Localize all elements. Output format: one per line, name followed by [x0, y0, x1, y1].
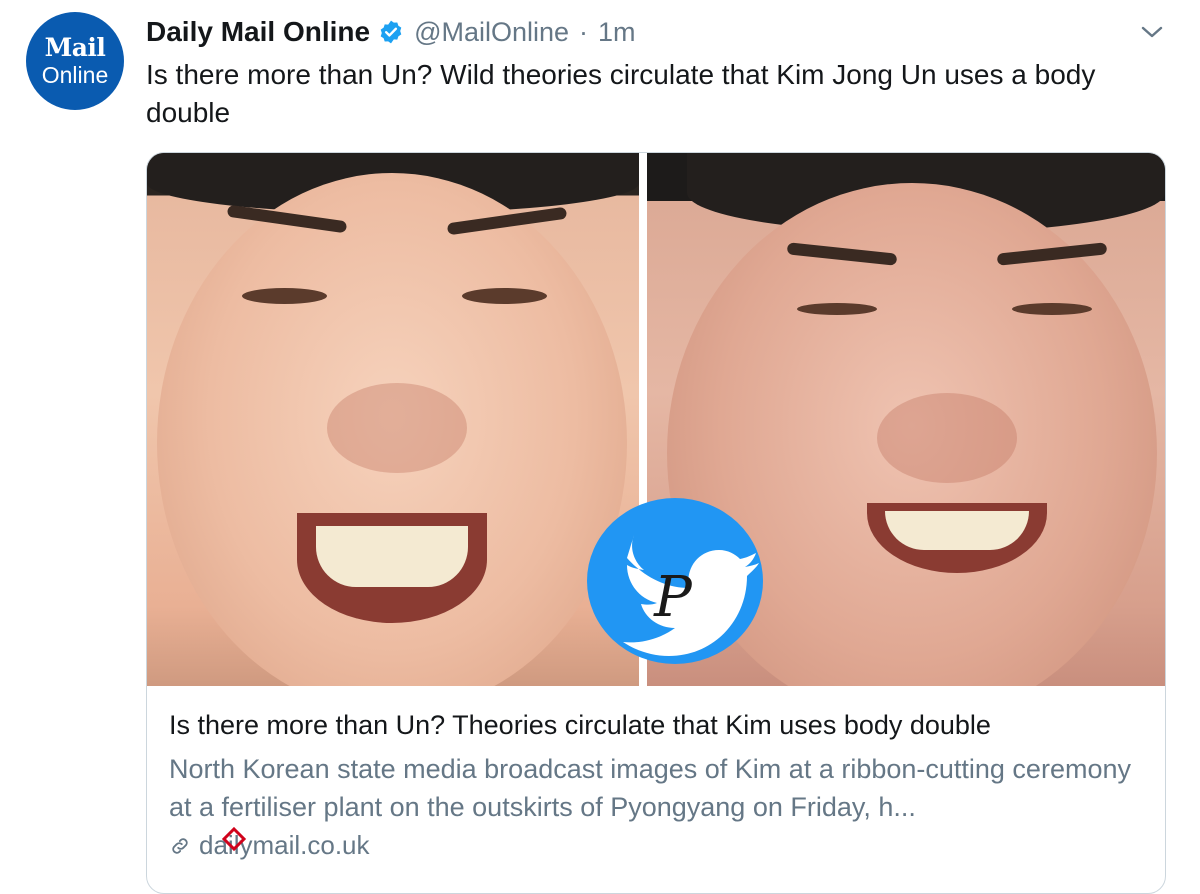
author-name[interactable]: Daily Mail Online	[146, 16, 370, 48]
link-icon	[172, 837, 188, 854]
card-description: North Korean state media broadcast image…	[169, 754, 1131, 822]
tweet-text: Is there more than Un? Wild theories cir…	[146, 59, 1096, 128]
svg-text:P: P	[653, 565, 693, 630]
photo-left	[147, 153, 639, 686]
separator-dot: ·	[579, 16, 589, 47]
tweet-header: Daily Mail Online @MailOnline · 1m	[146, 14, 636, 50]
card-image[interactable]: P	[147, 153, 1165, 686]
avatar-logo-line2: Online	[41, 62, 109, 88]
watermark-diamond-icon	[221, 826, 247, 852]
card-domain[interactable]: dailymail.co.uk	[169, 830, 370, 861]
tweet[interactable]: Mail Online Daily Mail Online @MailOnlin…	[0, 0, 1200, 894]
chevron-down-icon[interactable]	[1138, 22, 1166, 42]
twitter-bird-watermark-icon: P	[587, 498, 763, 664]
tweet-timestamp[interactable]: 1m	[598, 17, 636, 48]
avatar[interactable]: Mail Online	[26, 12, 124, 110]
link-preview-card[interactable]: P Is there more than Un? Theories circul…	[146, 152, 1166, 894]
verified-badge-icon	[378, 19, 404, 45]
card-title[interactable]: Is there more than Un? Theories circulat…	[169, 710, 991, 741]
author-handle[interactable]: @MailOnline	[414, 17, 569, 48]
avatar-logo-line1: Mail	[44, 33, 106, 62]
